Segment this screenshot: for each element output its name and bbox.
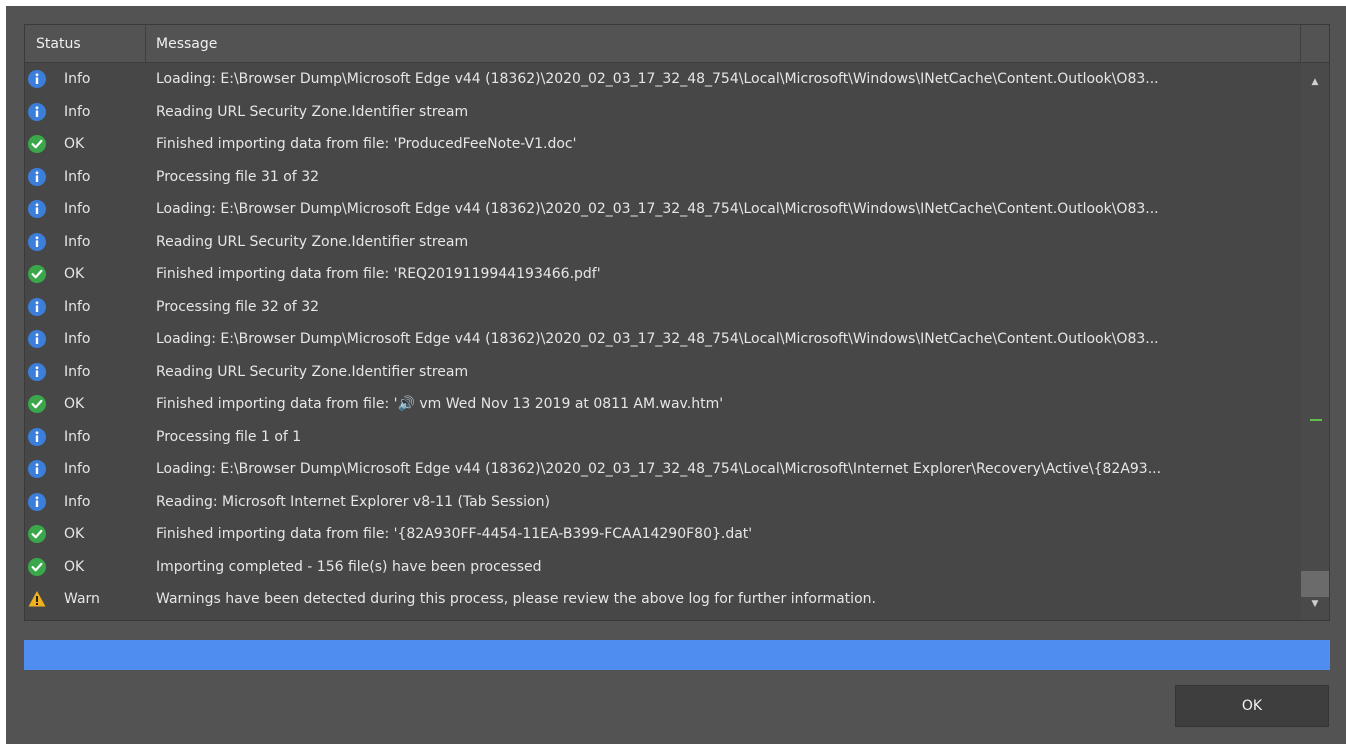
log-status: OK — [64, 136, 85, 152]
log-message: Reading URL Security Zone.Identifier str… — [156, 363, 469, 380]
log-row[interactable]: OK Finished importing data from file: '🔊 … — [25, 388, 1301, 421]
log-row[interactable]: Info Reading URL Security Zone.Identifier… — [25, 356, 1301, 389]
scroll-down-arrow-icon[interactable]: ▼ — [1301, 593, 1329, 615]
log-row[interactable]: Info Reading: Microsoft Internet Explorer… — [25, 486, 1301, 519]
log-status: Info — [64, 233, 91, 250]
ok-icon — [28, 525, 46, 543]
log-message: Importing completed - 156 file(s) have b… — [156, 558, 542, 575]
ok-icon — [28, 557, 46, 576]
log-status: Info — [64, 298, 91, 315]
column-header-message[interactable]: Message — [146, 25, 1301, 62]
log-status: Info — [64, 493, 91, 510]
scroll-position-marker — [1310, 419, 1322, 421]
info-icon — [28, 70, 46, 88]
log-status: Warn — [64, 591, 100, 607]
log-status: Info — [64, 201, 91, 217]
vertical-scrollbar[interactable]: ▲ ▼ — [1301, 63, 1329, 620]
log-message: Finished importing data from file: '🔊 vm… — [156, 396, 724, 412]
log-message: Reading: Microsoft Internet Explorer v8-… — [156, 493, 550, 510]
log-status: OK — [64, 266, 85, 282]
log-grid: Status Message Info Loading: E:\Browser D… — [24, 24, 1330, 621]
log-status: OK — [64, 396, 85, 412]
log-row[interactable]: OK Finished importing data from file: 'Pr… — [25, 128, 1301, 161]
log-row[interactable]: Info Loading: E:\Browser Dump\Microsoft E… — [25, 193, 1301, 226]
info-icon — [28, 330, 46, 348]
info-icon — [28, 460, 46, 478]
log-row[interactable]: Info Reading URL Security Zone.Identifier… — [25, 226, 1301, 259]
info-icon — [28, 232, 46, 251]
log-message: Warnings have been detected during this … — [156, 591, 876, 607]
log-status: OK — [64, 526, 85, 542]
ok-icon — [28, 135, 46, 153]
log-rows: Info Loading: E:\Browser Dump\Microsoft E… — [25, 63, 1301, 616]
log-status: Info — [64, 428, 91, 445]
log-status: Info — [64, 461, 91, 477]
log-message: Loading: E:\Browser Dump\Microsoft Edge … — [156, 71, 1159, 87]
log-status: Info — [64, 168, 91, 185]
warning-icon — [28, 590, 46, 608]
ok-icon — [28, 265, 46, 283]
log-message: Loading: E:\Browser Dump\Microsoft Edge … — [156, 331, 1159, 347]
log-message: Processing file 31 of 32 — [156, 168, 320, 185]
info-icon — [28, 297, 46, 316]
scroll-up-arrow-icon[interactable]: ▲ — [1301, 71, 1329, 93]
log-row[interactable]: OK Finished importing data from file: '{8… — [25, 518, 1301, 551]
info-icon — [28, 362, 46, 381]
log-row[interactable]: Info Processing file 31 of 32 — [25, 161, 1301, 194]
log-status: Info — [64, 103, 91, 120]
log-message: Finished importing data from file: 'Prod… — [156, 136, 577, 152]
column-header-status[interactable]: Status — [25, 25, 146, 62]
log-status: Info — [64, 331, 91, 347]
log-message: Loading: E:\Browser Dump\Microsoft Edge … — [156, 461, 1162, 477]
log-row[interactable]: Info Processing file 32 of 32 — [25, 291, 1301, 324]
info-icon — [28, 427, 46, 446]
progress-bar — [24, 640, 1330, 670]
info-icon — [28, 167, 46, 186]
info-icon — [28, 102, 46, 121]
import-log-dialog: Status Message Info Loading: E:\Browser D… — [6, 6, 1346, 744]
log-row[interactable]: Info Loading: E:\Browser Dump\Microsoft E… — [25, 63, 1301, 96]
info-icon — [28, 200, 46, 218]
log-message: Processing file 1 of 1 — [156, 428, 302, 445]
header-corner — [1301, 25, 1329, 62]
log-row[interactable]: Info Reading URL Security Zone.Identifier… — [25, 96, 1301, 129]
log-row[interactable]: Info Loading: E:\Browser Dump\Microsoft E… — [25, 323, 1301, 356]
log-row[interactable]: Info Processing file 1 of 1 — [25, 421, 1301, 454]
log-status: OK — [64, 558, 85, 575]
log-message: Finished importing data from file: '{82A… — [156, 526, 753, 542]
log-row[interactable]: Info Loading: E:\Browser Dump\Microsoft E… — [25, 453, 1301, 486]
log-row[interactable]: OK Importing completed - 156 file(s) have… — [25, 551, 1301, 584]
log-message: Reading URL Security Zone.Identifier str… — [156, 233, 469, 250]
ok-icon — [28, 395, 46, 413]
info-icon — [28, 492, 46, 511]
log-status: Info — [64, 71, 91, 87]
log-row[interactable]: Warn Warnings have been detected during t… — [25, 583, 1301, 616]
log-message: Finished importing data from file: 'REQ2… — [156, 266, 601, 282]
log-row[interactable]: OK Finished importing data from file: 'RE… — [25, 258, 1301, 291]
scroll-track[interactable] — [1301, 93, 1329, 597]
log-message: Loading: E:\Browser Dump\Microsoft Edge … — [156, 201, 1159, 217]
grid-header: Status Message — [25, 25, 1329, 63]
log-message: Reading URL Security Zone.Identifier str… — [156, 103, 469, 120]
progress-bar-fill — [24, 640, 1330, 670]
log-message: Processing file 32 of 32 — [156, 298, 320, 315]
log-status: Info — [64, 363, 91, 380]
ok-button[interactable]: OK — [1175, 685, 1329, 727]
